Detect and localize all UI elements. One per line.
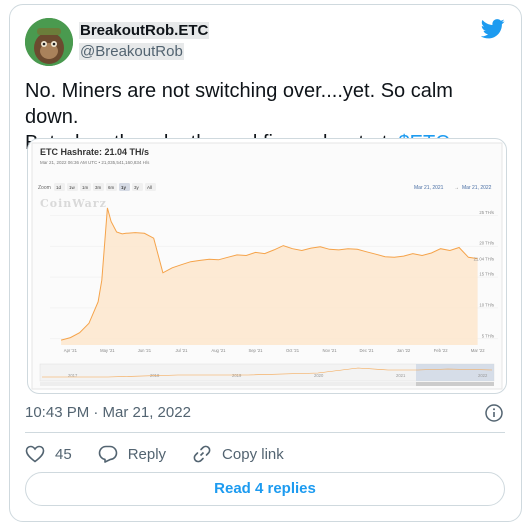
author-handle[interactable]: @BreakoutRob (79, 43, 184, 60)
date-to[interactable]: Mar 21, 2022 (462, 185, 492, 191)
chart-subtitle: Mar 21, 2022 06:36 AM UTC • 21,035,541,1… (40, 160, 150, 165)
zoom-label: Zoom (38, 185, 51, 191)
navigator-label: 2021 (396, 373, 406, 378)
reply-button[interactable]: Reply (98, 445, 166, 463)
zoom-option: 6m (108, 185, 115, 190)
like-count: 45 (55, 445, 72, 463)
y-tick-label: 15 TH/s (479, 272, 494, 277)
hashrate-chart: ETC Hashrate: 21.04 TH/s Mar 21, 2022 06… (31, 142, 503, 390)
y-tick-label: 25 TH/s (479, 210, 494, 215)
x-tick-label: Jul '21 (175, 348, 188, 353)
twitter-bird-icon[interactable] (481, 19, 505, 39)
navigator-scrollbar-thumb[interactable] (416, 382, 494, 386)
x-tick-label: Oct '21 (286, 348, 300, 353)
tweet-timestamp[interactable]: 10:43 PM · Mar 21, 2022 (25, 404, 191, 421)
link-icon (193, 445, 211, 463)
x-tick-label: Aug '21 (211, 348, 226, 353)
zoom-option: 1y (121, 185, 127, 190)
x-tick-label: Feb '22 (434, 348, 449, 353)
avatar-image (25, 18, 73, 66)
zoom-controls: Zoom 1d 1w 1m 3m 6m 1y 3y All (38, 183, 156, 191)
chart-title: ETC Hashrate: 21.04 TH/s (40, 147, 149, 157)
x-tick-label: Jun '21 (138, 348, 152, 353)
y-tick-label: 20 TH/s (479, 241, 494, 246)
chart-image[interactable]: ETC Hashrate: 21.04 TH/s Mar 21, 2022 06… (27, 138, 507, 394)
x-tick-label: May '21 (100, 348, 115, 353)
navigator-label: 2020 (314, 373, 324, 378)
x-tick-label: Jan '22 (397, 348, 411, 353)
info-icon[interactable] (484, 403, 504, 423)
avatar[interactable] (25, 18, 73, 66)
y-tick-label: 10 TH/s (479, 302, 494, 307)
zoom-option: 3y (134, 185, 140, 190)
y-tick-label: 5 TH/s (482, 333, 494, 338)
heart-icon (25, 445, 45, 463)
zoom-option: 1m (82, 185, 89, 190)
zoom-option: All (147, 185, 152, 190)
tweet-text-line: No. Miners are not switching over....yet… (25, 80, 453, 128)
copy-link-button[interactable]: Copy link (192, 444, 284, 464)
current-value-label: 21.04 TH/s (474, 257, 494, 262)
zoom-option: 1d (56, 185, 62, 190)
copy-link-label: Copy link (222, 445, 284, 463)
date-from[interactable]: Mar 21, 2021 (414, 185, 444, 191)
x-tick-label: Mar '22 (471, 348, 486, 353)
zoom-option: 3m (95, 185, 102, 190)
action-bar: 45 Reply Copy link (25, 443, 310, 465)
navigator-label: 2019 (232, 373, 242, 378)
x-tick-label: Apr '21 (64, 348, 78, 353)
like-button[interactable]: 45 (25, 445, 72, 463)
watermark-logo: CoinWarz (40, 197, 107, 210)
read-replies-button[interactable]: Read 4 replies (25, 472, 505, 506)
x-tick-label: Nov '21 (322, 348, 337, 353)
navigator-label: 2022 (478, 373, 488, 378)
divider (25, 432, 505, 433)
reply-label: Reply (127, 445, 167, 463)
x-tick-label: Sep '21 (248, 348, 263, 353)
x-tick-label: Dec '21 (360, 348, 375, 353)
date-separator: → (454, 185, 459, 191)
reply-icon (98, 445, 117, 463)
author-name[interactable]: BreakoutRob.ETC (79, 22, 210, 39)
zoom-option: 1w (69, 185, 76, 190)
